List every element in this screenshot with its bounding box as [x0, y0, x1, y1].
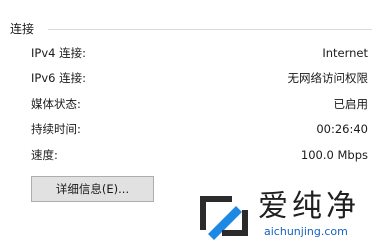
- ipv4-connectivity-label: IPv4 连接:: [31, 46, 86, 60]
- ipv6-connectivity-value: 无网络访问权限: [287, 71, 369, 85]
- details-button[interactable]: 详细信息(E)...: [31, 176, 154, 202]
- duration-row: 持续时间: 00:26:40: [31, 121, 368, 137]
- watermark: 爱纯净 aichunjing.com: [192, 190, 380, 242]
- watermark-logo-icon: [200, 196, 248, 240]
- section-divider: [48, 29, 372, 30]
- media-state-value: 已启用: [333, 97, 369, 111]
- speed-label: 速度:: [31, 148, 58, 162]
- duration-value: 00:26:40: [316, 122, 368, 136]
- ipv4-connectivity-row: IPv4 连接: Internet: [31, 45, 368, 61]
- ipv6-connectivity-label: IPv6 连接:: [31, 71, 86, 85]
- speed-value: 100.0 Mbps: [300, 148, 368, 162]
- watermark-brand: 爱纯净: [258, 189, 360, 224]
- speed-row: 速度: 100.0 Mbps: [31, 147, 368, 163]
- media-state-row: 媒体状态: 已启用: [31, 96, 368, 112]
- watermark-url: aichunjing.com: [264, 225, 348, 238]
- duration-label: 持续时间:: [31, 122, 81, 136]
- media-state-label: 媒体状态:: [31, 97, 81, 111]
- section-title: 连接: [10, 22, 35, 36]
- ipv4-connectivity-value: Internet: [322, 46, 368, 60]
- ipv6-connectivity-row: IPv6 连接: 无网络访问权限: [31, 70, 368, 86]
